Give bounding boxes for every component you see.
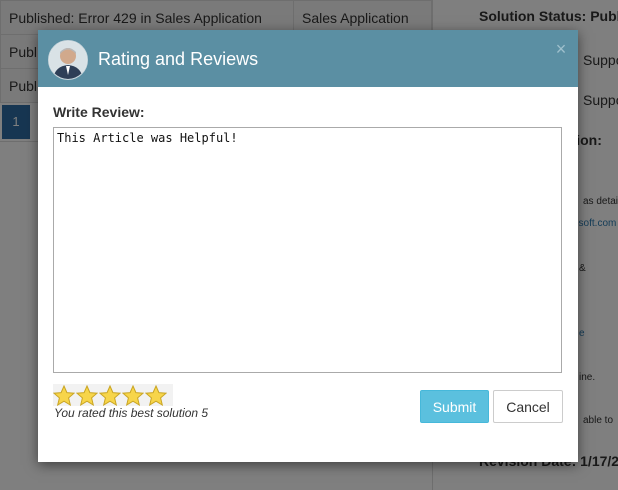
close-icon[interactable]: × bbox=[554, 40, 568, 58]
write-review-label: Write Review: bbox=[53, 104, 145, 120]
star-icon[interactable] bbox=[121, 384, 145, 407]
avatar bbox=[48, 40, 88, 80]
rating-reviews-dialog: Rating and Reviews × Write Review: This … bbox=[38, 30, 578, 462]
dialog-title: Rating and Reviews bbox=[98, 49, 259, 69]
star-icon[interactable] bbox=[98, 384, 122, 407]
person-icon bbox=[49, 41, 87, 79]
rating-status-text: You rated this best solution 5 bbox=[54, 406, 209, 420]
review-textarea[interactable]: This Article was Helpful! bbox=[53, 127, 562, 373]
star-icon[interactable] bbox=[144, 384, 168, 407]
star-icon[interactable] bbox=[52, 384, 76, 407]
star-rating[interactable] bbox=[52, 384, 173, 407]
cancel-button[interactable]: Cancel bbox=[493, 390, 563, 423]
dialog-header: Rating and Reviews × bbox=[38, 30, 578, 87]
submit-button[interactable]: Submit bbox=[420, 390, 489, 423]
star-icon[interactable] bbox=[75, 384, 99, 407]
